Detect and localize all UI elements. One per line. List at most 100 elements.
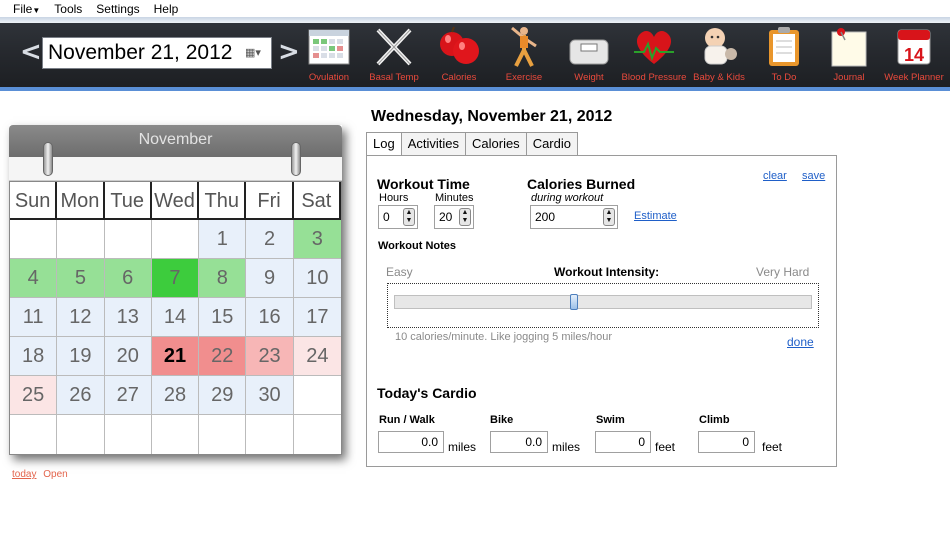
binder-ring-icon — [43, 142, 53, 176]
calendar-day-cell[interactable]: 22 — [199, 337, 247, 376]
intensity-slider-frame — [387, 283, 819, 328]
stepper-arrows-icon[interactable]: ▲ ▼ — [403, 208, 415, 226]
estimate-link[interactable]: Estimate — [634, 210, 677, 222]
minutes-stepper[interactable]: 20 ▲ ▼ — [434, 205, 474, 229]
stepper-arrows-icon[interactable]: ▲ ▼ — [603, 208, 615, 226]
tool-label: Exercise — [505, 72, 543, 83]
todays-cardio-title: Today's Cardio — [377, 385, 477, 401]
calendar-day-cell[interactable]: 17 — [293, 298, 341, 337]
tool-basal-temp[interactable]: Basal Temp — [361, 22, 427, 88]
run-walk-unit: miles — [448, 440, 477, 454]
swim-label: Swim — [596, 414, 625, 426]
calendar-day-cell[interactable]: 12 — [57, 298, 105, 337]
run-walk-label: Run / Walk — [379, 414, 435, 426]
binder-ring-icon — [291, 142, 301, 176]
bike-unit: miles — [552, 440, 581, 454]
calendar-day-cell[interactable]: 1 — [199, 220, 247, 259]
tool-calories[interactable]: Calories — [426, 22, 492, 88]
calendar-day-cell[interactable]: 14 — [151, 298, 200, 337]
calendar-day-cell[interactable]: 18 — [10, 337, 58, 376]
done-link[interactable]: done — [787, 335, 814, 349]
bike-input[interactable]: 0.0 — [490, 431, 548, 453]
climb-unit: feet — [762, 440, 783, 454]
calendar-empty-cell — [152, 415, 200, 454]
calendar-grid-icon — [308, 29, 350, 65]
intensity-slider-track[interactable] — [394, 295, 812, 309]
menu-help[interactable]: Help — [154, 2, 179, 16]
menu-file[interactable]: File▼ — [13, 2, 40, 16]
menu-tools[interactable]: Tools — [54, 2, 82, 16]
climb-label: Climb — [699, 414, 730, 426]
calendar-day-cell[interactable]: 7 — [151, 259, 200, 298]
calendar-dropdown-icon[interactable]: ▦▾ — [245, 46, 267, 60]
tab-cardio[interactable]: Cardio — [525, 132, 578, 155]
tool-weight[interactable]: Weight — [556, 22, 622, 88]
calendar-day-cell[interactable]: 15 — [199, 298, 247, 337]
calendar-empty-cell — [294, 415, 341, 454]
tool-label: Ovulation — [308, 72, 350, 83]
weekday-header: Fri — [246, 182, 294, 220]
calories-burned-title: Calories Burned — [527, 176, 636, 192]
calendar-day-cell[interactable]: 5 — [57, 259, 105, 298]
log-panel: Workout Time Hours Minutes 0 ▲ ▼ 20 ▲ ▼ Ca… — [366, 155, 837, 467]
open-link[interactable]: Open — [43, 469, 67, 480]
calendar-day-cell[interactable]: 4 — [10, 259, 58, 298]
swim-input[interactable]: 0 — [595, 431, 651, 453]
calendar-day-cell[interactable]: 9 — [246, 259, 294, 298]
calendar-day-cell[interactable]: 6 — [104, 259, 152, 298]
tab-calories[interactable]: Calories — [465, 132, 527, 155]
calendar-day-cell[interactable]: 2 — [246, 220, 294, 259]
calendar-day-cell[interactable]: 10 — [293, 259, 341, 298]
clipboard-icon — [769, 27, 799, 66]
calendar-day-cell[interactable]: 29 — [199, 376, 247, 415]
calories-stepper[interactable]: 200 ▲ ▼ — [530, 205, 618, 229]
tool-blood-pressure[interactable]: Blood Pressure — [621, 22, 687, 88]
tool-baby-kids[interactable]: Baby & Kids — [686, 22, 752, 88]
calendar-day-cell[interactable]: 25 — [10, 376, 58, 415]
calendar-day-cell[interactable]: 8 — [199, 259, 247, 298]
run-walk-input[interactable]: 0.0 — [378, 431, 444, 453]
calendar-day-cell[interactable]: 20 — [104, 337, 152, 376]
tab-activities[interactable]: Activities — [400, 132, 466, 155]
tool-to-do[interactable]: To Do — [751, 22, 817, 88]
tool-label: Calories — [441, 72, 477, 83]
calendar-day-cell[interactable]: 27 — [104, 376, 152, 415]
calendar-day-cell[interactable]: 24 — [293, 337, 341, 376]
tool-journal[interactable]: Journal — [816, 22, 882, 88]
tool-label: Baby & Kids — [693, 72, 745, 83]
day-title: Wednesday, November 21, 2012 — [371, 108, 613, 125]
calendar-day-cell[interactable]: 30 — [246, 376, 294, 415]
calendar-day-cell[interactable]: 3 — [293, 220, 341, 259]
calendar-links: today Open — [12, 469, 68, 480]
hours-stepper[interactable]: 0 ▲ ▼ — [378, 205, 418, 229]
tool-ovulation[interactable]: Ovulation — [296, 22, 362, 88]
calendar-empty-cell — [199, 415, 247, 454]
hours-value: 0 — [383, 210, 390, 224]
workout-notes-label: Workout Notes — [378, 240, 457, 252]
tool-exercise[interactable]: Exercise — [491, 22, 557, 88]
calendar-day-cell[interactable]: 28 — [151, 376, 200, 415]
calendar-day-cell[interactable]: 11 — [10, 298, 58, 337]
climb-input[interactable]: 0 — [698, 431, 755, 453]
menu-settings[interactable]: Settings — [96, 2, 139, 16]
calendar-day-cell[interactable]: 16 — [246, 298, 294, 337]
calendar-empty-cell — [104, 220, 152, 259]
calendar-day-cell[interactable]: 19 — [57, 337, 105, 376]
weekday-header: Sat — [293, 182, 341, 220]
clear-link[interactable]: clear — [763, 170, 787, 182]
calendar-empty-cell — [57, 415, 105, 454]
toolbar: < November 21, 2012 ▦▾ > Ovulation Basal… — [0, 17, 950, 91]
calendar-day-cell[interactable]: 26 — [57, 376, 105, 415]
weekday-header: Sun — [10, 182, 58, 220]
calendar-day-cell[interactable]: 23 — [246, 337, 294, 376]
tool-week-planner[interactable]: 14 Week Planner — [881, 22, 947, 88]
date-selector[interactable]: November 21, 2012 ▦▾ — [42, 37, 272, 69]
intensity-slider-thumb[interactable] — [569, 294, 578, 310]
calendar-day-cell[interactable]: 13 — [104, 298, 152, 337]
prev-day-arrow-icon[interactable]: < — [20, 39, 42, 65]
save-link[interactable]: save — [802, 170, 825, 182]
calendar-day-cell[interactable]: 21 — [151, 337, 200, 376]
stepper-arrows-icon[interactable]: ▲ ▼ — [459, 208, 471, 226]
today-link[interactable]: today — [12, 469, 36, 480]
tab-log[interactable]: Log — [366, 132, 402, 156]
